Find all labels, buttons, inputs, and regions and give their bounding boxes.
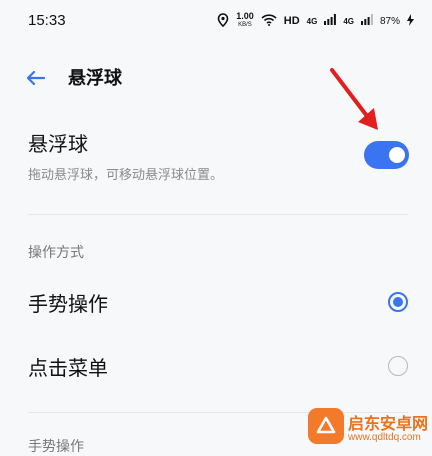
floating-ball-switch[interactable] [364,141,409,169]
signal-2-icon [360,14,373,28]
option-tap-menu-radio[interactable] [388,356,408,376]
option-gesture-radio[interactable] [388,292,408,312]
charging-icon [407,13,414,29]
signal-1-label: 4G [306,16,318,26]
status-time: 15:33 [28,12,66,29]
option-gesture-label: 手势操作 [28,292,108,316]
back-button[interactable] [22,64,50,92]
floating-ball-description: 拖动悬浮球，可移动悬浮球位置。 [28,168,224,183]
wifi-icon [261,13,277,29]
gesture-section-header: 手势操作 [28,439,84,455]
status-bar: 15:33 1.00 KB/S HD 4G 4G 87% [0,0,432,44]
signal-1-icon [324,14,337,28]
network-speed: 1.00 KB/S [236,12,254,30]
network-speed-value: 1.00 [236,11,254,21]
app-bar: 悬浮球 [0,52,432,104]
battery-level: 87% [379,15,400,27]
signal-2-label: 4G [343,16,354,26]
watermark-logo-icon [308,408,344,444]
floating-ball-toggle-row[interactable]: 悬浮球 拖动悬浮球，可移动悬浮球位置。 [0,118,432,198]
operation-mode-header: 操作方式 [28,245,84,261]
hd-indicator: HD [283,15,300,27]
page-title: 悬浮球 [68,68,122,89]
switch-knob [389,147,405,163]
back-arrow-icon [26,70,46,86]
watermark: 启东安卓网 www.qdltdq.com [300,404,432,453]
watermark-url: www.qdltdq.com [348,432,421,443]
floating-ball-title: 悬浮球 [28,132,88,156]
location-icon [217,12,229,30]
option-tap-menu[interactable]: 点击菜单 [0,336,432,396]
network-speed-unit: KB/S [238,22,252,28]
option-tap-menu-label: 点击菜单 [28,356,108,380]
status-icons: 1.00 KB/S HD 4G 4G 87% [217,12,414,30]
divider [28,214,408,215]
watermark-title: 启东安卓网 [348,414,429,433]
option-gesture[interactable]: 手势操作 [0,272,432,332]
